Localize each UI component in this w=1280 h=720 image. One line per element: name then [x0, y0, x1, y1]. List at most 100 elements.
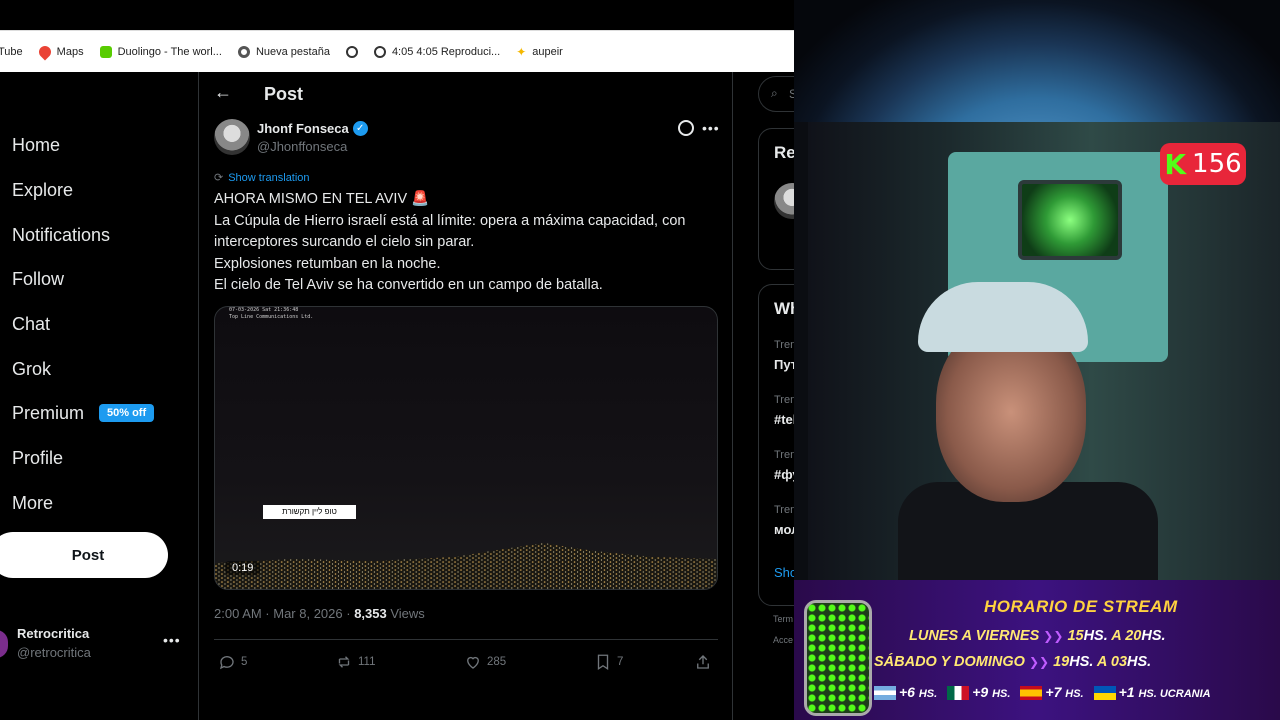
- author-avatar[interactable]: [214, 119, 250, 155]
- share-button[interactable]: [694, 653, 712, 671]
- search-input[interactable]: ⌕ S: [758, 76, 794, 112]
- grok-icon[interactable]: [678, 120, 694, 136]
- video-channel: Top Line Communications Ltd.: [229, 314, 314, 320]
- post-text-line: Explosiones retumban en la noche.: [214, 255, 441, 272]
- bookmark-label: Maps: [56, 45, 84, 58]
- nav-more[interactable]: More: [12, 493, 53, 514]
- post-text-line: AHORA MISMO EN TEL AVIV 🚨: [214, 191, 430, 207]
- account-handle: @retrocritica: [17, 645, 91, 660]
- repost-button[interactable]: 111: [335, 653, 375, 671]
- author-name-row[interactable]: Jhonf Fonseca ✓: [257, 121, 368, 136]
- like-button[interactable]: 285: [464, 653, 506, 671]
- video-duration: 0:19: [225, 561, 261, 575]
- post-actions: 5 111 285 7: [218, 653, 718, 673]
- trend-item[interactable]: #фут: [774, 467, 794, 482]
- bookmark-new-tab[interactable]: Nueva pestaña: [237, 45, 330, 58]
- argentina-flag-icon: [874, 686, 896, 701]
- duolingo-icon: [99, 45, 112, 58]
- subscriber-count: 156: [1192, 149, 1242, 179]
- post-button[interactable]: Post: [0, 532, 168, 578]
- bookmark-button[interactable]: 7: [594, 653, 623, 671]
- double-chevron-icon: ❯❯: [1043, 629, 1064, 643]
- bookmark-duolingo[interactable]: Duolingo - The worl...: [99, 45, 222, 58]
- bookmark-globe[interactable]: [345, 45, 358, 58]
- schedule-from: 15: [1067, 628, 1084, 644]
- author-handle[interactable]: @Jhonffonseca: [257, 139, 347, 154]
- browser-top-bar: [0, 0, 794, 30]
- timezone-hs: HS.: [918, 688, 938, 700]
- show-more-link[interactable]: Show: [774, 565, 794, 580]
- timezone-hs: HS.: [1065, 688, 1084, 700]
- post-time[interactable]: 2:00 AM · Mar 8, 2026 ·: [214, 606, 354, 621]
- back-arrow-icon[interactable]: ←: [214, 82, 232, 103]
- account-more-icon[interactable]: •••: [163, 632, 181, 648]
- repost-count: 111: [358, 656, 376, 668]
- post-column: ← Post Jhonf Fonseca ✓ @Jhonffonseca •••…: [198, 72, 733, 720]
- video-player[interactable]: 07-03-2026 Sat 21:36:48 Top Line Communi…: [214, 306, 718, 590]
- heart-icon: [467, 656, 479, 669]
- globe-icon: [345, 45, 358, 58]
- hs-label: HS.: [1069, 654, 1094, 670]
- nav-chat[interactable]: Chat: [12, 314, 50, 335]
- account-name[interactable]: Retrocritica: [17, 626, 89, 641]
- show-translation-label: Show translation: [228, 171, 310, 184]
- bookmark-reproduci[interactable]: 4:05 4:05 Reproduci...: [373, 45, 500, 58]
- share-icon: [697, 655, 709, 669]
- post-text-line: interceptores surcando el cielo sin para…: [214, 234, 475, 250]
- views-count: 8,353: [354, 606, 387, 621]
- nav-explore[interactable]: Explore: [12, 180, 73, 201]
- page-title: Post: [264, 84, 304, 104]
- bookmark-label: Tube: [0, 45, 23, 58]
- kick-subscriber-badge: K 156: [1160, 143, 1246, 185]
- views-label: Views: [386, 606, 425, 621]
- schedule-a: A: [1111, 628, 1122, 644]
- timezone-offset: +1: [1118, 684, 1135, 700]
- nav-follow[interactable]: Follow: [12, 269, 64, 290]
- video-caption: טופ ליין תקשורת: [263, 505, 356, 519]
- timezone-row: +6 HS. +9 HS. +7 HS. +1 HS. UCRANIA: [874, 684, 1211, 701]
- trend-item[interactable]: #telc: [774, 412, 794, 427]
- nav-premium[interactable]: Premium: [12, 403, 84, 424]
- post-text: AHORA MISMO EN TEL AVIV 🚨 La Cúpula de H…: [214, 189, 724, 297]
- radar-screen: [1018, 180, 1122, 260]
- schedule-to: 03: [1110, 654, 1128, 670]
- hs-label: HS.: [1127, 654, 1152, 670]
- nav-notifications[interactable]: Notifications: [12, 225, 110, 246]
- stream-schedule-banner: HORARIO DE STREAM LUNES A VIERNES ❯❯ 15H…: [794, 580, 1280, 720]
- timezone-entry: +9 HS.: [947, 684, 1011, 701]
- x-page: Home Explore Notifications Follow Chat G…: [0, 72, 794, 720]
- relevant-heading: Rele: [774, 143, 794, 162]
- globe-icon: [373, 45, 386, 58]
- relevant-people-box: Rele: [758, 128, 794, 270]
- city-lights: [215, 543, 717, 589]
- timezone-hs: HS.: [992, 688, 1011, 700]
- relevant-avatar[interactable]: [774, 183, 794, 219]
- bookmark-maps[interactable]: Maps: [36, 43, 84, 60]
- trend-item[interactable]: Пути: [774, 357, 794, 372]
- accessibility-link[interactable]: Acce: [773, 635, 793, 645]
- trend-item[interactable]: моло: [774, 522, 794, 537]
- trend-label: Trendi: [774, 339, 794, 351]
- trend-label: Trendi: [774, 394, 794, 406]
- reply-button[interactable]: 5: [218, 653, 247, 671]
- account-avatar[interactable]: [0, 630, 8, 658]
- more-options-icon[interactable]: •••: [702, 120, 720, 136]
- bookmark-youtube[interactable]: Tube: [0, 46, 23, 58]
- schedule-from: 19: [1053, 654, 1070, 670]
- timezone-offset: +6: [899, 684, 915, 700]
- nav-grok[interactable]: Grok: [12, 359, 51, 380]
- reply-count: 5: [241, 656, 248, 668]
- terms-link[interactable]: Term: [773, 614, 793, 624]
- kick-jar-image: [804, 600, 872, 716]
- webcam-room: [808, 122, 1280, 580]
- timezone-entry: +6 HS.: [874, 684, 938, 701]
- schedule-days: LUNES A VIERNES: [909, 628, 1040, 644]
- nav-home[interactable]: Home: [12, 135, 60, 156]
- nav-profile[interactable]: Profile: [12, 448, 63, 469]
- reply-icon: [219, 656, 234, 670]
- post-text-line: La Cúpula de Hierro israelí está al lími…: [214, 212, 686, 229]
- show-translation-link[interactable]: ⟳ Show translation: [214, 171, 310, 185]
- verified-badge-icon: ✓: [352, 121, 368, 136]
- author-name[interactable]: Jhonf Fonseca: [257, 121, 349, 136]
- bookmark-aupeir[interactable]: ✦ aupeir: [516, 45, 563, 59]
